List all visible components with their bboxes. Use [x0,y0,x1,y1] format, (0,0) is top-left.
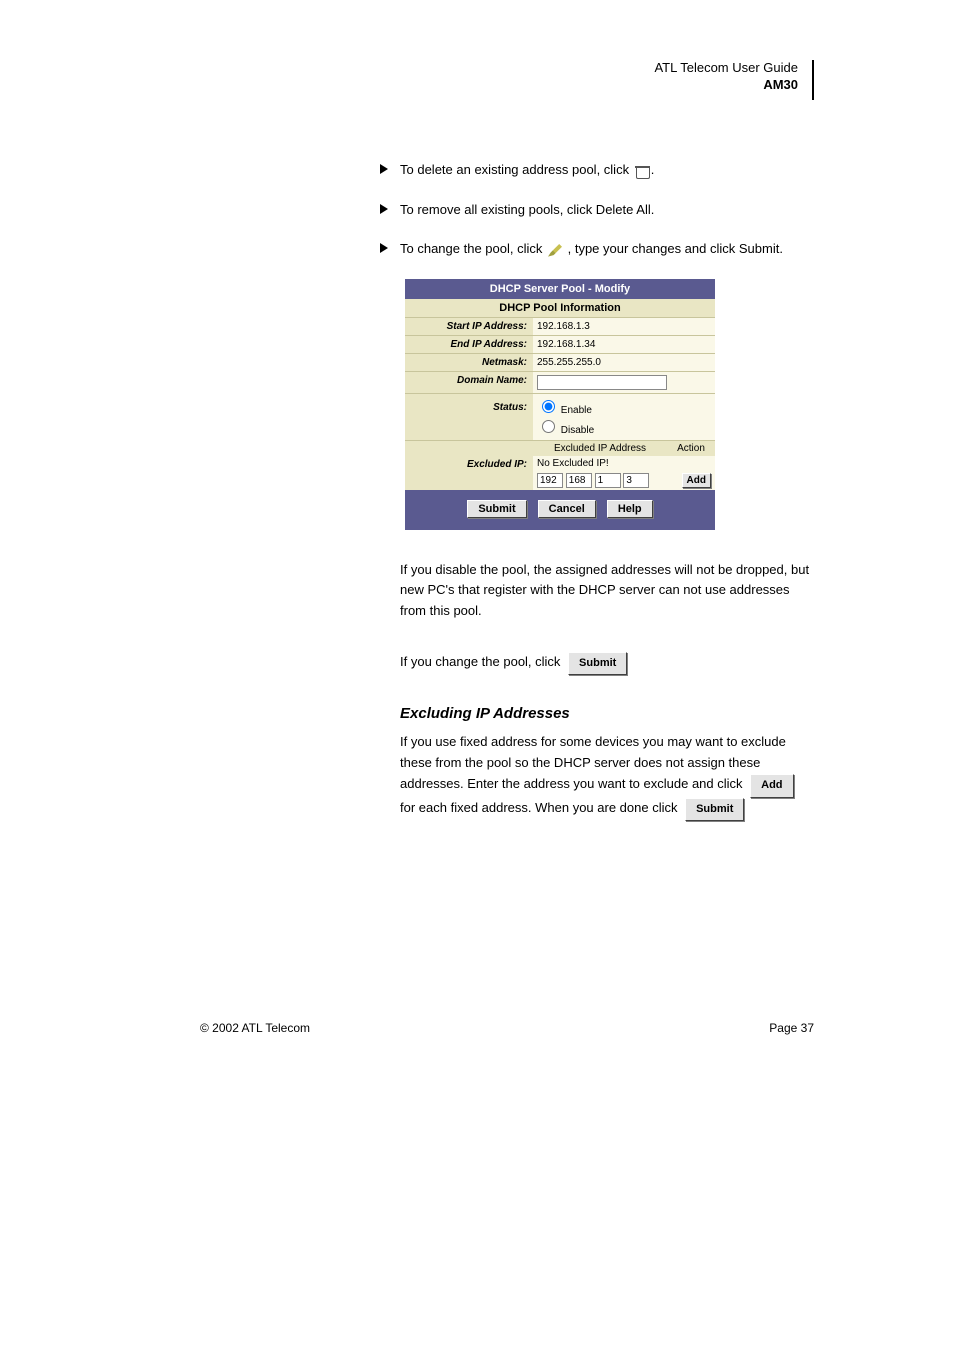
panel-title: DHCP Server Pool - Modify [405,279,715,299]
excluded-col-address: Excluded IP Address [533,441,667,456]
trash-icon[interactable] [635,163,649,179]
label-netmask: Netmask: [405,353,533,371]
status-disable-label: Disable [561,425,594,436]
status-disable-radio[interactable] [542,420,555,433]
header-divider [812,60,814,100]
bullet-change-pool: To change the pool, click , type your ch… [380,239,814,259]
label-status: Status: [405,393,533,440]
value-start-ip: 192.168.1.3 [533,317,715,335]
domain-name-input[interactable] [537,375,667,390]
panel-help-button[interactable]: Help [607,500,653,518]
bullet-text-3a: To change the pool, click [400,241,546,256]
panel-button-row: Submit Cancel Help [405,490,715,530]
excluding-para: If you use fixed address for some device… [400,732,814,821]
excluded-octet-1[interactable] [537,473,563,488]
page-header: ATL Telecom User Guide AM30 [200,60,814,100]
after-panel-para2: If you change the pool, click Submit [400,652,814,676]
excluding-heading: Excluding IP Addresses [400,705,814,722]
excluding-text-1: If you use fixed address for some device… [400,734,786,791]
value-netmask: 255.255.255.0 [533,353,715,371]
panel-subheader: DHCP Pool Information [405,299,715,317]
after-para2-text: If you change the pool, click [400,654,564,669]
bullet-text-3b: , type your changes and click Submit. [568,241,783,256]
header-line2: AM30 [654,77,798,94]
inline-add-button[interactable]: Add [750,774,793,798]
footer-right: Page 37 [769,1021,814,1035]
excluded-octet-2[interactable] [566,473,592,488]
excluded-octet-4[interactable] [623,473,649,488]
status-enable-radio[interactable] [542,400,555,413]
label-start-ip: Start IP Address: [405,317,533,335]
excluded-octet-3[interactable] [595,473,621,488]
inline-submit-button-1[interactable]: Submit [568,652,627,676]
label-domain-name: Domain Name: [405,371,533,393]
footer-left: © 2002 ATL Telecom [200,1021,310,1035]
inline-submit-button-2[interactable]: Submit [685,798,744,822]
bullet-delete-all: To remove all existing pools, click Dele… [380,200,814,220]
bullet-delete-pool: To delete an existing address pool, clic… [380,160,814,180]
bullet-text-1: To delete an existing address pool, clic… [400,162,633,177]
header-line1: ATL Telecom User Guide [654,60,798,77]
bullet-arrow-icon [380,204,388,214]
page-footer: © 2002 ATL Telecom Page 37 [200,1021,814,1035]
after-panel-para1: If you disable the pool, the assigned ad… [400,560,814,622]
bullet-arrow-icon [380,164,388,174]
dhcp-modify-panel: DHCP Server Pool - Modify DHCP Pool Info… [405,279,715,530]
excluded-add-button[interactable]: Add [682,473,711,488]
excluded-col-action: Action [667,441,715,456]
panel-submit-button[interactable]: Submit [467,500,526,518]
label-end-ip: End IP Address: [405,335,533,353]
bullet-text-2: To remove all existing pools, click Dele… [400,200,654,220]
label-excluded-ip: Excluded IP: [405,440,533,490]
value-end-ip: 192.168.1.34 [533,335,715,353]
excluded-empty-msg: No Excluded IP! [533,456,715,471]
bullet-arrow-icon [380,243,388,253]
status-enable-label: Enable [561,405,592,416]
panel-cancel-button[interactable]: Cancel [538,500,596,518]
pencil-icon[interactable] [548,243,562,257]
excluding-text-2: for each fixed address. When you are don… [400,800,681,815]
excluded-ip-table: Excluded IP Address Action No Excluded I… [533,441,715,490]
